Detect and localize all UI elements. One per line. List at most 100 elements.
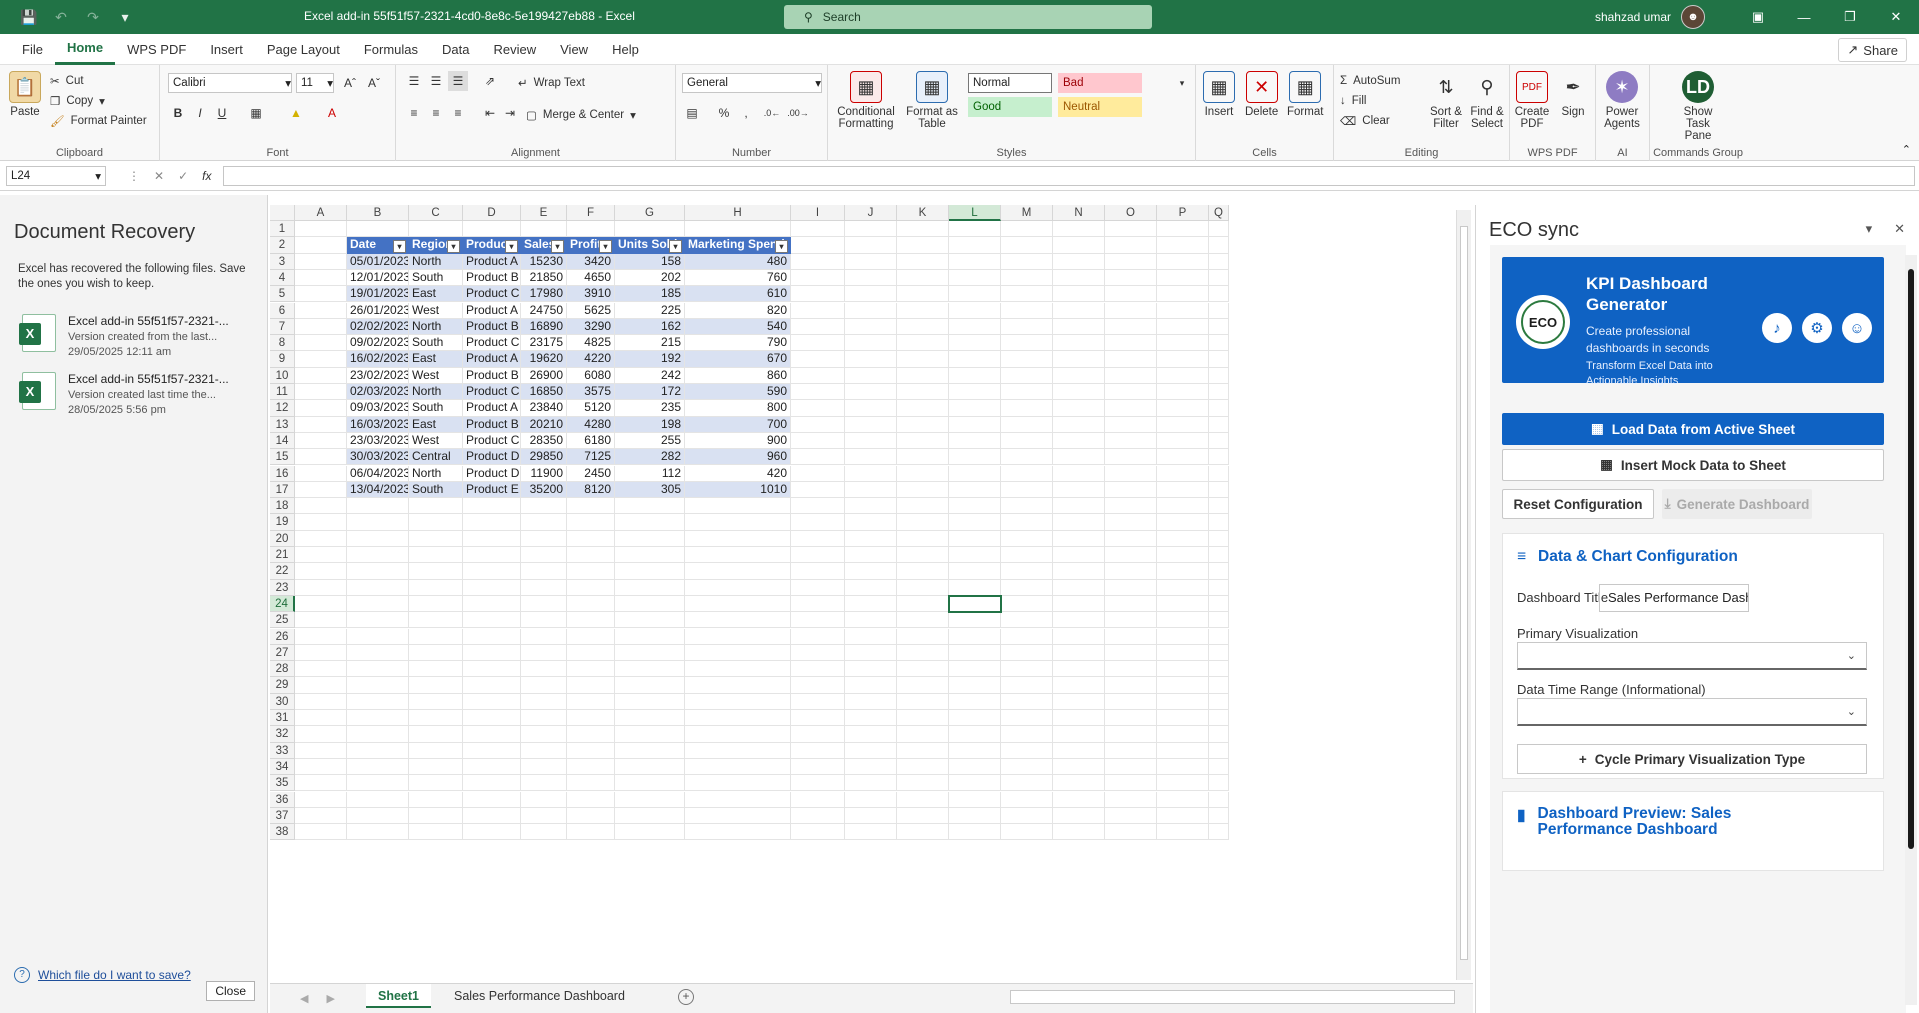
cell[interactable] [409,677,463,694]
cell[interactable] [685,498,791,515]
cell[interactable] [845,335,897,352]
cell[interactable] [1105,710,1157,727]
row-header[interactable]: 33 [270,742,295,759]
cell[interactable] [791,710,845,727]
currency-icon[interactable]: ▤ [682,103,702,123]
cell[interactable] [567,824,615,841]
row-header[interactable]: 32 [270,726,295,743]
table-cell[interactable]: 3420 [567,253,615,270]
cell[interactable] [845,351,897,368]
cell[interactable] [463,677,521,694]
cell[interactable] [845,807,897,825]
cell[interactable] [615,791,685,808]
cell[interactable] [897,628,949,645]
cell[interactable] [1001,710,1053,727]
cell[interactable] [1157,530,1209,547]
cell[interactable] [615,726,685,743]
bell-icon[interactable]: ♪ [1762,313,1792,343]
cell[interactable] [897,775,949,792]
cell[interactable] [845,742,897,759]
primary-visualization-select[interactable]: ⌄ [1517,642,1867,670]
cell[interactable] [295,547,347,564]
table-cell[interactable]: 192 [615,351,685,368]
cell[interactable] [1209,498,1229,515]
cell[interactable] [615,661,685,678]
cell[interactable] [295,775,347,792]
cell[interactable] [897,758,949,776]
cell[interactable] [1157,644,1209,662]
cell[interactable] [409,498,463,515]
cell[interactable] [1053,449,1105,466]
cell[interactable] [685,775,791,792]
cell[interactable] [1001,367,1053,384]
column-header-n[interactable]: N [1053,205,1105,221]
number-format-select[interactable]: General ▾ [682,73,822,93]
column-header-e[interactable]: E [521,205,567,221]
sheet-tab-sheet1[interactable]: Sheet1 [366,984,431,1008]
column-header-g[interactable]: G [615,205,685,221]
cell[interactable] [897,644,949,662]
cell[interactable] [347,693,409,710]
row-header[interactable]: 5 [270,286,295,303]
user-name[interactable]: shahzad umar [1595,10,1671,24]
cell[interactable] [1209,253,1229,270]
cell[interactable] [845,465,897,482]
cell[interactable] [791,693,845,710]
scroll-thumb[interactable] [1908,269,1914,849]
cell[interactable] [685,807,791,825]
cell[interactable] [1053,514,1105,531]
cell[interactable] [295,432,347,450]
cell[interactable] [845,384,897,401]
table-cell[interactable]: 19/01/2023 [347,286,409,303]
cell[interactable] [685,612,791,629]
cell[interactable] [1209,416,1229,433]
cell[interactable] [347,514,409,531]
cell[interactable] [1105,547,1157,564]
formula-input[interactable] [223,165,1915,186]
cell[interactable] [409,547,463,564]
increase-decimal-icon[interactable]: .0← [762,103,782,123]
cell[interactable] [791,628,845,645]
orientation-icon[interactable]: ⇗ [480,71,500,91]
cell[interactable] [791,612,845,629]
cell[interactable] [347,791,409,808]
table-cell[interactable]: Product D [463,449,521,466]
font-size-select[interactable]: 11 ▾ [296,73,334,93]
cell[interactable] [567,661,615,678]
cell[interactable] [685,661,791,678]
cell[interactable] [1157,269,1209,287]
cell[interactable] [1105,514,1157,531]
cell[interactable] [845,514,897,531]
cell[interactable] [1105,775,1157,792]
cell[interactable] [897,335,949,352]
row-header[interactable]: 14 [270,432,295,450]
cell[interactable] [897,677,949,694]
table-cell[interactable]: 185 [615,286,685,303]
cell[interactable] [791,661,845,678]
cell[interactable] [409,742,463,759]
cell[interactable] [1053,302,1105,319]
table-cell[interactable]: 09/02/2023 [347,335,409,352]
cell[interactable] [567,775,615,792]
cell[interactable] [1001,318,1053,336]
recovered-file[interactable]: X Excel add-in 55f51f57-2321-... Version… [19,314,267,358]
bold-icon[interactable]: B [168,103,188,123]
cell[interactable] [295,449,347,466]
conditional-formatting-button[interactable]: ▦ Conditional Formatting [832,69,900,132]
cell[interactable] [685,547,791,564]
cell[interactable] [521,595,567,613]
horizontal-scrollbar[interactable] [1010,990,1455,1004]
cell[interactable] [409,530,463,547]
table-cell[interactable]: West [409,302,463,319]
cell[interactable] [1105,465,1157,482]
cell[interactable] [791,416,845,433]
cell[interactable] [463,547,521,564]
cell[interactable] [463,710,521,727]
cycle-visualization-button[interactable]: + Cycle Primary Visualization Type [1517,744,1867,774]
table-cell[interactable]: North [409,253,463,270]
table-cell[interactable]: 15230 [521,253,567,270]
cell[interactable] [1053,253,1105,270]
format-cells-button[interactable]: ▦ Format [1284,69,1326,120]
generate-dashboard-button[interactable]: ⤓ Generate Dashboard [1662,489,1812,519]
sort-filter-button[interactable]: ⇅ Sort & Filter [1426,69,1466,132]
